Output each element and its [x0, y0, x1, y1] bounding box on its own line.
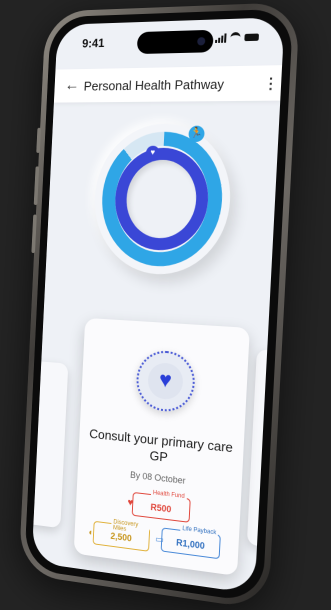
heart-icon: ♥	[147, 361, 184, 401]
wifi-icon	[230, 31, 241, 44]
signal-icon	[215, 33, 227, 43]
app-bar: ← Personal Health Pathway ⋮	[53, 65, 283, 103]
progress-ring: 🏃 ♥	[91, 123, 234, 278]
dynamic-island	[136, 29, 214, 55]
reward-label: Life Payback	[180, 525, 219, 537]
phone-device: 9:41 ← Personal Health Pathway ⋮ 🏃 ♥ ♥ C…	[18, 1, 301, 610]
status-icons	[215, 31, 259, 44]
stage: 9:41 ← Personal Health Pathway ⋮ 🏃 ♥ ♥ C…	[0, 0, 331, 610]
health-fund-reward: ♥ Health Fund R500	[127, 490, 191, 523]
phone-screen: 9:41 ← Personal Health Pathway ⋮ 🏃 ♥ ♥ C…	[31, 17, 285, 594]
reward-label: Health Fund	[150, 490, 187, 501]
status-time: 9:41	[81, 36, 105, 51]
task-card[interactable]: ♥ Consult your primary care GP By 08 Oct…	[73, 317, 250, 576]
discovery-miles-reward: ◐ Discovery Miles 2,500	[88, 519, 151, 552]
reward-value: R500	[150, 502, 172, 515]
reward-value: R1,000	[175, 537, 205, 552]
back-arrow-icon[interactable]: ←	[60, 77, 85, 95]
camera-icon	[197, 37, 206, 46]
life-payback-reward: ▭ Life Payback R1,000	[155, 525, 221, 560]
card-title: Consult your primary care GP	[88, 426, 234, 465]
gp-badge: ♥	[135, 349, 197, 414]
more-options-icon[interactable]: ⋮	[260, 74, 282, 92]
battery-icon	[244, 33, 259, 42]
page-title: Personal Health Pathway	[83, 76, 225, 94]
